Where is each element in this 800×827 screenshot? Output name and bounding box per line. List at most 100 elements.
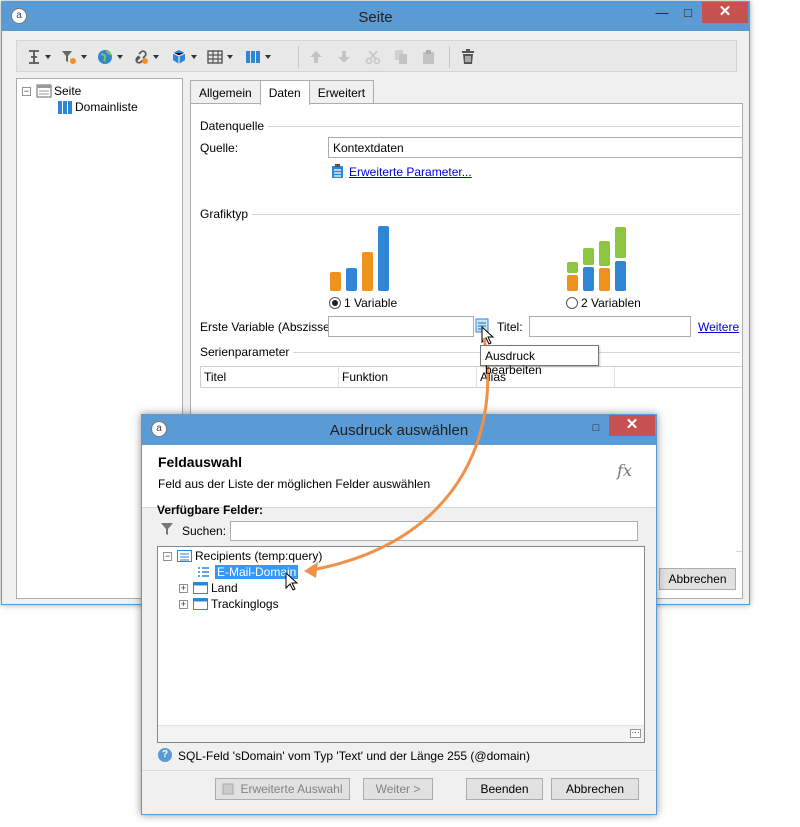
tab-allgemein[interactable]: Allgemein [190,80,261,103]
window-title: Seite [358,9,393,26]
tree-node-domainliste[interactable]: Domainliste [57,99,138,115]
horizontal-scrollbar[interactable]: ··· [158,725,644,742]
table-grid-icon [207,50,223,64]
charttype-group-header: Grafiktyp [200,207,740,221]
next-button[interactable]: Weiter > [363,778,433,800]
radio-one-variable[interactable]: 1 Variable [329,296,397,310]
radio-two-variables-dot[interactable] [566,297,578,309]
bar-blue-2 [378,226,389,291]
move-down-button[interactable] [337,47,351,67]
tree-node-seite[interactable]: − Seite [22,83,81,99]
two-variable-chart-icon[interactable] [566,226,630,292]
collapse-icon[interactable]: − [22,86,31,96]
close-window-button[interactable]: ✕ [702,2,748,23]
series-table-header: Titel Funktion Alias [200,366,742,388]
tree-node-land[interactable]: + Land [179,580,238,596]
dialog-close-button[interactable]: ✕ [609,415,655,436]
copy-button[interactable] [393,47,409,67]
tree-label-recipients: Recipients (temp:query) [195,549,323,563]
arrow-up-icon [310,51,322,63]
move-up-button[interactable] [309,47,323,67]
collapse-icon[interactable]: − [163,551,172,561]
minimize-icon[interactable]: — [649,3,675,25]
tree-node-recipients[interactable]: − Recipients (temp:query) [163,548,322,564]
link-tool-button[interactable] [133,47,159,67]
globe-icon [98,50,112,64]
cut-button[interactable] [365,47,381,67]
columns-icon [246,51,260,63]
cube-tool-button[interactable] [171,47,197,67]
advanced-selection-button[interactable]: Erweiterte Auswahl [215,778,350,800]
divider [736,551,742,552]
radio-two-variables-label: 2 Variablen [581,296,641,310]
column-header-empty [615,367,735,387]
series-group-header: Serienparameter [200,345,740,359]
dialog-maximize-icon[interactable]: □ [583,418,609,440]
radio-two-variables[interactable]: 2 Variablen [566,296,641,310]
table-tool-button[interactable] [207,47,233,67]
paste-button[interactable] [421,47,437,67]
series-group-label: Serienparameter [200,345,290,359]
text-cursor-tool-button[interactable] [27,47,51,67]
tab-daten[interactable]: Daten [259,80,310,105]
dialog-subheading: Feld aus der Liste der möglichen Felder … [158,477,431,491]
field-list-icon [198,567,209,577]
tree-label-seite: Seite [54,84,82,98]
link-table-icon [193,582,208,594]
paste-icon [423,50,434,64]
mouse-cursor-icon [285,572,299,591]
tree-label-land: Land [211,581,238,595]
tree-label-domainliste: Domainliste [75,100,138,114]
mouse-cursor-icon [481,326,495,345]
chart-columns-icon [58,101,72,114]
expand-icon[interactable]: + [179,599,188,609]
available-fields-label: Verfügbare Felder: [157,503,264,517]
columns-tool-button[interactable] [245,47,271,67]
column-header-funktion[interactable]: Funktion [339,367,477,387]
search-label: Suchen: [182,524,227,538]
table-list-icon [177,550,192,562]
field-status-text: SQL-Feld 'sDomain' vom Typ 'Text' und de… [178,749,530,763]
fx-icon: fx [617,461,632,480]
page-icon [36,84,52,98]
single-variable-chart-icon[interactable] [329,224,393,292]
link-icon [135,50,148,64]
expand-icon[interactable]: + [179,583,188,593]
charttype-group-label: Grafiktyp [200,207,249,221]
radio-one-variable-label: 1 Variable [344,296,398,310]
filter-tool-button[interactable] [61,47,87,67]
field-tree: − Recipients (temp:query) E-Mail-Domain … [157,546,645,743]
more-link[interactable]: Weitere [698,320,739,334]
scissors-icon [365,50,381,65]
delete-button[interactable] [461,47,475,67]
advanced-selection-label: Erweiterte Auswahl [240,782,343,796]
source-field[interactable]: Kontextdaten [328,137,742,158]
dialog-cancel-button[interactable]: Abbrechen [551,778,639,800]
link-table-icon [193,598,208,610]
datasource-group-label: Datenquelle [200,119,265,133]
dialog-heading: Feldauswahl [158,454,243,470]
tree-node-email-domain[interactable]: E-Mail-Domain [197,564,299,580]
search-input[interactable] [230,521,638,541]
tree-node-trackinglogs[interactable]: + Trackinglogs [179,596,279,612]
globe-tool-button[interactable] [97,47,123,67]
filter-gear-icon [62,51,76,64]
title-field[interactable] [529,316,691,337]
finish-button[interactable]: Beenden [466,778,543,800]
maximize-icon[interactable]: □ [675,3,701,25]
dialog-titlebar[interactable]: a Ausdruck auswählen □ ✕ [142,415,656,445]
first-variable-field[interactable] [328,316,474,337]
radio-one-variable-dot[interactable] [329,297,341,309]
advanced-parameters-link[interactable]: Erweiterte Parameter... [349,165,472,179]
help-icon: ? [158,748,172,762]
source-label: Quelle: [200,141,239,155]
more-options-icon[interactable]: ··· [630,729,641,738]
tab-erweitert[interactable]: Erweitert [308,80,375,103]
datasource-group-header: Datenquelle [200,119,740,133]
main-cancel-button[interactable]: Abbrechen [659,568,736,590]
window-titlebar[interactable]: a Seite — □ ✕ [2,2,749,31]
bar-orange-2 [362,252,373,291]
toolbar [16,40,737,72]
advanced-selection-icon [222,783,234,795]
column-header-titel[interactable]: Titel [201,367,339,387]
